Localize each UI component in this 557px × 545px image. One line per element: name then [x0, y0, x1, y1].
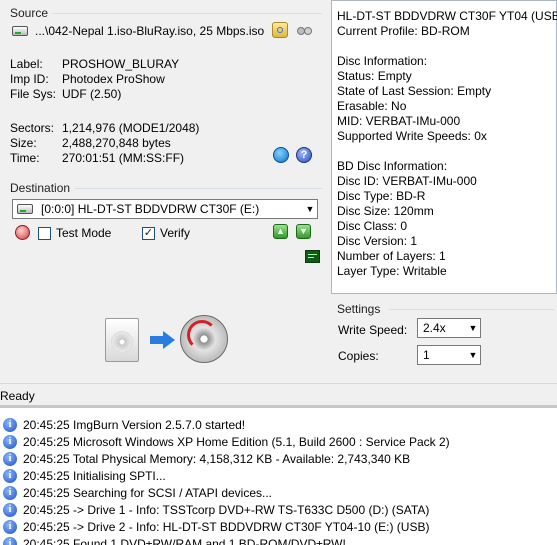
file-sys-field: File Sys: UDF (2.50): [10, 87, 122, 101]
info-icon: i: [3, 417, 17, 432]
settings-group-label: Settings: [337, 302, 381, 316]
speed-up-arrow-icon[interactable]: ▲: [273, 224, 288, 239]
test-mode-checkbox[interactable]: Test Mode: [38, 226, 111, 240]
calculate-icon[interactable]: [273, 147, 289, 163]
log-panel[interactable]: i 20:45:25 ImgBurn Version 2.5.7.0 starte…: [0, 405, 557, 545]
drive-info-line: Status: Empty: [337, 69, 412, 83]
time-field: Time: 270:01:51 (MM:SS:FF): [10, 151, 185, 165]
chevron-down-icon: ▼: [468, 350, 478, 360]
info-icon: i: [3, 502, 17, 517]
drive-info-line: Disc Version: 1: [337, 234, 418, 248]
verify-checkbox[interactable]: ✓ Verify: [142, 226, 190, 240]
drive-info-line: Disc Information:: [337, 54, 428, 68]
source-file-name: ...\042-Nepal 1.iso-BluRay.iso, 25 Mbps.…: [35, 24, 265, 38]
size-field: Size: 2,488,270,848 bytes: [10, 136, 171, 150]
drive-info-line: Number of Layers: 1: [337, 249, 446, 263]
drive-info-line: Disc ID: VERBAT-IMu-000: [337, 174, 477, 188]
destination-group-label: Destination: [10, 181, 71, 195]
log-entry: i 20:45:25 ImgBurn Version 2.5.7.0 starte…: [3, 416, 557, 433]
drive-info-line: Erasable: No: [337, 99, 407, 113]
write-disc-button[interactable]: [180, 315, 228, 363]
verify-box[interactable]: ✓: [142, 226, 155, 240]
imp-id-field: Imp ID: Photodex ProShow: [10, 72, 165, 86]
log-entry: i 20:45:25 -> Drive 2 - Info: HL-DT-ST BD…: [3, 518, 557, 535]
speed-down-arrow-icon[interactable]: ▼: [296, 224, 311, 239]
drive-info-line: BD Disc Information:: [337, 159, 448, 173]
info-icon: i: [3, 434, 17, 449]
chevron-down-icon: ▼: [305, 204, 315, 214]
source-group-label: Source: [10, 6, 49, 20]
browse-disc-icon[interactable]: [297, 23, 313, 37]
browse-file-icon[interactable]: [272, 22, 288, 38]
drive-info-line: Disc Class: 0: [337, 219, 408, 233]
help-icon[interactable]: ?: [296, 147, 312, 163]
log-entry: i 20:45:25 Total Physical Memory: 4,158,3…: [3, 450, 557, 467]
status-bar: Ready: [0, 383, 557, 405]
sectors-field: Sectors: 1,214,976 (MODE1/2048): [10, 121, 200, 135]
info-icon: i: [3, 536, 17, 545]
drive-info-line: Current Profile: BD-ROM: [337, 24, 470, 38]
drive-info-line: Disc Type: BD-R: [337, 189, 426, 203]
eject-erase-icon[interactable]: [15, 225, 30, 240]
drive-info-line: Supported Write Speeds: 0x: [337, 129, 487, 143]
log-entry: i 20:45:25 -> Drive 1 - Info: TSSTcorp DV…: [3, 501, 557, 518]
test-mode-label: Test Mode: [56, 226, 112, 240]
write-speed-select[interactable]: 2.4x ▼: [417, 318, 481, 338]
test-mode-box[interactable]: [38, 226, 51, 240]
drive-info-spacer: [337, 144, 556, 159]
drive-info-line: HL-DT-ST BDDVDRW CT30F YT04 (USB): [337, 9, 557, 23]
copies-value: 1: [423, 348, 430, 362]
info-icon: i: [3, 519, 17, 534]
write-speed-value: 2.4x: [423, 321, 446, 335]
arrow-right-icon: [150, 331, 176, 349]
copies-select[interactable]: 1 ▼: [417, 345, 481, 365]
drive-info-spacer: [337, 39, 556, 54]
info-icon: i: [3, 468, 17, 483]
destination-drive-select[interactable]: [0:0:0] HL-DT-ST BDDVDRW CT30F (E:) ▼: [12, 199, 318, 219]
copies-label: Copies:: [338, 349, 379, 363]
file-drive-icon: [12, 26, 28, 36]
destination-drive-value: [0:0:0] HL-DT-ST BDDVDRW CT30F (E:): [41, 202, 260, 216]
log-entry: i 20:45:25 Microsoft Windows XP Home Edit…: [3, 433, 557, 450]
settings-group: Settings Write Speed: 2.4x ▼ Copies: 1 ▼: [331, 296, 557, 378]
source-group-divider: [52, 13, 322, 14]
status-text: Ready: [0, 389, 35, 403]
info-icon: i: [3, 451, 17, 466]
write-speed-label: Write Speed:: [338, 323, 408, 337]
drive-info-line: MID: VERBAT-IMu-000: [337, 114, 461, 128]
log-entry: i 20:45:25 Initialising SPTI...: [3, 467, 557, 484]
settings-group-divider: [389, 309, 554, 310]
drive-info-panel: HL-DT-ST BDDVDRW CT30F YT04 (USB) Curren…: [331, 0, 557, 294]
log-entry: i 20:45:25 Searching for SCSI / ATAPI dev…: [3, 484, 557, 501]
imgburn-main-window: Source ...\042-Nepal 1.iso-BluRay.iso, 2…: [0, 0, 557, 405]
label-field: Label: PROSHOW_BLURAY: [10, 57, 180, 71]
destination-group-divider: [75, 188, 322, 189]
drive-info-line: Disc Size: 120mm: [337, 204, 434, 218]
drive-info-line: Layer Type: Writable: [337, 264, 447, 278]
drive-info-line: State of Last Session: Empty: [337, 84, 492, 98]
destination-drive-icon: [17, 204, 33, 214]
image-file-icon[interactable]: [105, 318, 139, 362]
info-icon: i: [3, 485, 17, 500]
verify-label: Verify: [160, 226, 191, 240]
log-entry: i 20:45:25 Found 1 DVD±RW/RAM and 1 BD-RO…: [3, 535, 557, 545]
chevron-down-icon: ▼: [468, 323, 478, 333]
log-window-icon[interactable]: [305, 250, 320, 263]
